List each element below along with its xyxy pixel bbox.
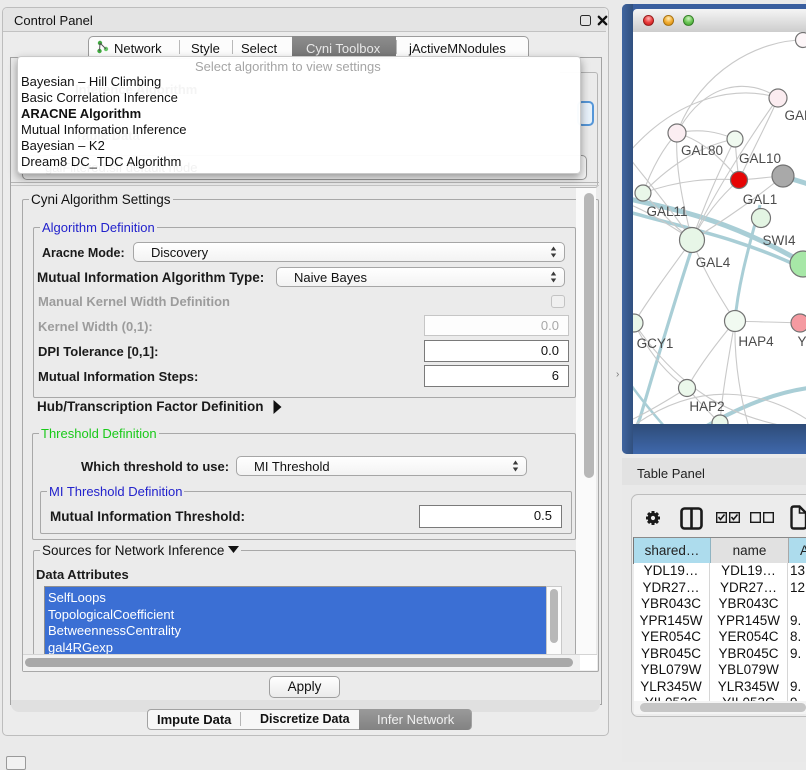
svg-text:HAP4: HAP4 <box>738 334 774 349</box>
svg-text:GAL10: GAL10 <box>739 151 781 166</box>
svg-text:GAL11: GAL11 <box>646 204 687 219</box>
svg-text:HAP2: HAP2 <box>689 399 724 414</box>
svg-text:GAL4: GAL4 <box>696 255 731 270</box>
svg-text:GAL80: GAL80 <box>681 143 723 158</box>
svg-text:GCY1: GCY1 <box>637 336 674 351</box>
svg-text:GAL1: GAL1 <box>743 192 778 207</box>
svg-text:SWI4: SWI4 <box>762 233 795 248</box>
svg-text:Y: Y <box>797 334 806 349</box>
svg-text:GAL: GAL <box>784 108 806 123</box>
